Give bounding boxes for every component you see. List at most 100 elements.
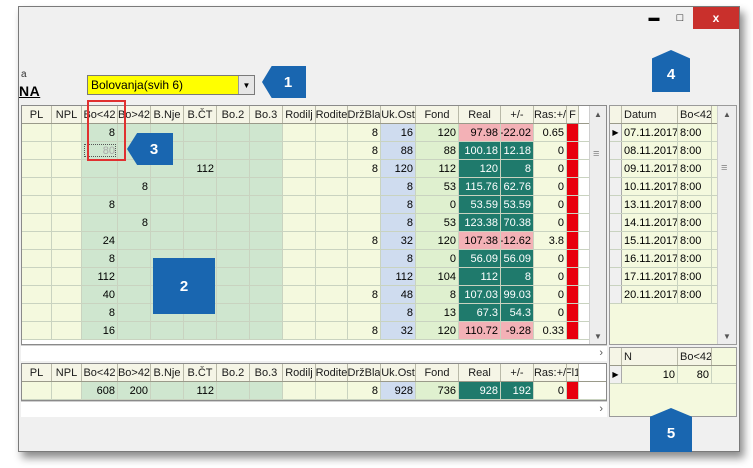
scroll-up-icon[interactable]: ▲ bbox=[590, 106, 606, 122]
table-row[interactable]: 8 8 53 115.76 62.76 0 bbox=[22, 178, 606, 196]
cell-b-ct[interactable] bbox=[184, 124, 217, 141]
main-header-uk-ost[interactable]: Uk.Ost bbox=[381, 106, 416, 123]
cell-rodite[interactable] bbox=[316, 304, 348, 321]
cell-dates-first[interactable]: 13.11.2017 bbox=[622, 196, 678, 213]
cell-plus-minus[interactable]: 56.09 bbox=[501, 250, 534, 267]
row-pointer-icon[interactable]: ▶ bbox=[610, 366, 622, 383]
main-header-b-nje[interactable]: B.Nje bbox=[151, 106, 184, 123]
cell-uk-ost[interactable]: 8 bbox=[381, 304, 416, 321]
cell-bo-gt42[interactable] bbox=[118, 322, 151, 339]
cell-uk-ost[interactable]: 32 bbox=[381, 322, 416, 339]
cell-b-nje[interactable] bbox=[151, 178, 184, 195]
cell-b-ct[interactable] bbox=[184, 232, 217, 249]
cell-rodite[interactable] bbox=[316, 160, 348, 177]
cell-drzbla[interactable] bbox=[348, 250, 381, 267]
cell-pl[interactable] bbox=[22, 250, 52, 267]
cell-fond[interactable]: 0 bbox=[416, 250, 459, 267]
cell-pl[interactable] bbox=[22, 322, 52, 339]
cell-fond[interactable]: 736 bbox=[416, 382, 459, 399]
cell-real[interactable]: 123.38 bbox=[459, 214, 501, 231]
cell-flag[interactable] bbox=[567, 250, 579, 267]
cell-plus-minus[interactable]: 8 bbox=[501, 160, 534, 177]
cell-drzbla[interactable] bbox=[348, 268, 381, 285]
cell-bo-gt42[interactable]: 8 bbox=[118, 178, 151, 195]
totals-header-rodite[interactable]: Rodite bbox=[316, 364, 348, 381]
cell-fond[interactable]: 0 bbox=[416, 196, 459, 213]
row-selector[interactable] bbox=[610, 232, 622, 249]
cell-bo-lt42[interactable]: 8 bbox=[82, 304, 118, 321]
cell-plus-minus[interactable]: 8 bbox=[501, 268, 534, 285]
cell-b-ct[interactable] bbox=[184, 322, 217, 339]
main-header-rodilj[interactable]: Rodilj bbox=[283, 106, 316, 123]
cell-bo-lt42[interactable] bbox=[82, 214, 118, 231]
cell-bo-lt42[interactable]: 8 bbox=[82, 250, 118, 267]
cell-real[interactable]: 53.59 bbox=[459, 196, 501, 213]
cell-pl[interactable] bbox=[22, 178, 52, 195]
cell-flag[interactable] bbox=[567, 232, 579, 249]
cell-ras[interactable]: 0 bbox=[534, 142, 567, 159]
table-row[interactable]: 608 200 112 8 928 736 928 192 0 bbox=[22, 382, 606, 400]
scroll-right-icon[interactable]: › bbox=[599, 403, 603, 415]
totals-grid[interactable]: PL NPL Bo<42 Bo>42 B.Nje B.ČT Bo.2 Bo.3 Rodilj Ro… bbox=[21, 363, 607, 401]
table-row[interactable]: 8 8 13 67.3 54.3 0 bbox=[22, 304, 606, 322]
table-row[interactable]: ▶ 10 80 bbox=[610, 366, 736, 384]
cell-dates-second[interactable]: 8:00 bbox=[678, 160, 712, 177]
cell-plus-minus[interactable]: 192 bbox=[501, 382, 534, 399]
cell-dates-second[interactable]: 8:00 bbox=[678, 214, 712, 231]
main-header-pl[interactable]: PL bbox=[22, 106, 52, 123]
cell-rodilj[interactable] bbox=[283, 160, 316, 177]
cell-uk-ost[interactable]: 8 bbox=[381, 196, 416, 213]
cell-fond[interactable]: 13 bbox=[416, 304, 459, 321]
cell-b-ct[interactable] bbox=[184, 142, 217, 159]
cell-dates-first[interactable]: 08.11.2017 bbox=[622, 142, 678, 159]
cell-flag[interactable] bbox=[567, 322, 579, 339]
cell-real[interactable]: 56.09 bbox=[459, 250, 501, 267]
totals-header-b-ct[interactable]: B.ČT bbox=[184, 364, 217, 381]
cell-ras[interactable]: 0 bbox=[534, 196, 567, 213]
cell-pl[interactable] bbox=[22, 124, 52, 141]
main-header-bo3[interactable]: Bo.3 bbox=[250, 106, 283, 123]
cell-bo-lt42[interactable]: 8 bbox=[82, 196, 118, 213]
cell-plus-minus[interactable]: -22.02 bbox=[501, 124, 534, 141]
cell-b-ct[interactable] bbox=[184, 196, 217, 213]
cell-rodite[interactable] bbox=[316, 214, 348, 231]
cell-plus-minus[interactable]: 99.03 bbox=[501, 286, 534, 303]
cell-pl[interactable] bbox=[22, 286, 52, 303]
cell-rodite[interactable] bbox=[316, 196, 348, 213]
cell-fond[interactable]: 88 bbox=[416, 142, 459, 159]
cell-bo2[interactable] bbox=[217, 268, 250, 285]
cell-flag[interactable] bbox=[567, 382, 579, 399]
cell-bo3[interactable] bbox=[250, 250, 283, 267]
cell-flag[interactable] bbox=[567, 286, 579, 303]
cell-drzbla[interactable]: 8 bbox=[348, 142, 381, 159]
cell-bo3[interactable] bbox=[250, 124, 283, 141]
totals-header-plus-minus[interactable]: +/- bbox=[501, 364, 534, 381]
cell-real[interactable]: 112 bbox=[459, 268, 501, 285]
cell-real[interactable]: 107.03 bbox=[459, 286, 501, 303]
cell-b-nje[interactable] bbox=[151, 322, 184, 339]
main-header-plus-minus[interactable]: +/- bbox=[501, 106, 534, 123]
cell-real[interactable]: 67.3 bbox=[459, 304, 501, 321]
cell-bo2[interactable] bbox=[217, 196, 250, 213]
cell-fond[interactable]: 120 bbox=[416, 232, 459, 249]
cell-fond[interactable]: 8 bbox=[416, 286, 459, 303]
cell-bo2[interactable] bbox=[217, 304, 250, 321]
cell-summary-first[interactable]: 10 bbox=[622, 366, 678, 383]
cell-drzbla[interactable] bbox=[348, 196, 381, 213]
cell-ras[interactable]: 0 bbox=[534, 268, 567, 285]
cell-npl[interactable] bbox=[52, 382, 82, 399]
cell-dates-second[interactable]: 8:00 bbox=[678, 232, 712, 249]
totals-header-bo-gt42[interactable]: Bo>42 bbox=[118, 364, 151, 381]
cell-bo-lt42[interactable]: 40 bbox=[82, 286, 118, 303]
cell-flag[interactable] bbox=[567, 304, 579, 321]
cell-fond[interactable]: 53 bbox=[416, 178, 459, 195]
totals-header-npl[interactable]: NPL bbox=[52, 364, 82, 381]
table-row[interactable]: 16 8 32 120 110.72 -9.28 0.33 bbox=[22, 322, 606, 340]
cell-npl[interactable] bbox=[52, 124, 82, 141]
cell-rodite[interactable] bbox=[316, 322, 348, 339]
scroll-down-icon[interactable]: ▼ bbox=[590, 328, 606, 344]
cell-drzbla[interactable]: 8 bbox=[348, 286, 381, 303]
cell-bo2[interactable] bbox=[217, 286, 250, 303]
totals-header-rodilj[interactable]: Rodilj bbox=[283, 364, 316, 381]
cell-dates-first[interactable]: 20.11.2017 bbox=[622, 286, 678, 303]
